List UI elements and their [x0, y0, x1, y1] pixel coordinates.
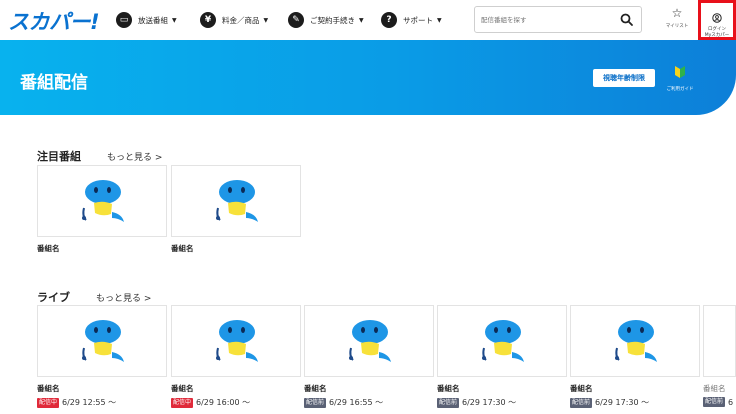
program-schedule: 配信前 6/29 16:55 〜: [304, 397, 383, 408]
program-thumbnail[interactable]: [437, 305, 567, 377]
search-input[interactable]: [481, 12, 613, 28]
nav-label: 料金／商品: [222, 15, 260, 25]
featured-more-link[interactable]: もっと見る >: [107, 150, 162, 163]
nav-support[interactable]: ? サポート ▼: [381, 10, 442, 30]
program-schedule: 配信前 6/29 17:30 〜: [570, 397, 649, 408]
program-name[interactable]: 番組名: [703, 383, 726, 394]
search-icon[interactable]: [619, 12, 635, 28]
chevron-down-icon: ▼: [172, 16, 177, 24]
program-schedule: 配信中 6/29 12:55 〜: [37, 397, 116, 408]
program-name[interactable]: 番組名: [37, 243, 60, 254]
mascot-image: [615, 320, 657, 362]
program-thumbnail[interactable]: [171, 165, 301, 237]
status-badge: 配信中: [37, 397, 60, 408]
mylist-button[interactable]: ☆ マイリスト: [660, 6, 694, 36]
start-time: 6/29 16:55 〜: [329, 398, 384, 407]
start-time: 6/29 12:55 〜: [62, 398, 117, 407]
usage-guide-link[interactable]: ご利用ガイド: [660, 64, 700, 92]
nav-contract-procedures[interactable]: ✎ ご契約手続き ▼: [288, 10, 364, 30]
chevron-down-icon: ▼: [263, 16, 269, 24]
program-schedule: 配信前 6: [703, 397, 733, 407]
page-title: 番組配信: [20, 73, 88, 93]
program-name[interactable]: 番組名: [437, 383, 460, 394]
star-icon: ☆: [671, 6, 683, 20]
chevron-down-icon: ▼: [437, 16, 442, 24]
mascot-image: [216, 320, 258, 362]
status-badge: 配信中: [171, 397, 194, 408]
pen-icon: ✎: [288, 12, 304, 28]
mascot-image: [82, 180, 124, 222]
chevron-down-icon: ▼: [359, 16, 364, 24]
start-time: 6/29 16:00 〜: [196, 398, 251, 407]
mylist-label: マイリスト: [665, 24, 689, 29]
start-time: 6/29 17:30 〜: [462, 398, 517, 407]
help-icon: ?: [381, 12, 397, 28]
program-schedule: 配信中 6/29 16:00 〜: [171, 397, 250, 408]
page-banner: 番組配信 視聴年齢制限 ご利用ガイド: [0, 40, 736, 115]
nav-broadcast-programs[interactable]: ▭ 放送番組 ▼: [116, 10, 177, 30]
program-thumbnail[interactable]: [304, 305, 434, 377]
live-more-link[interactable]: もっと見る >: [96, 291, 151, 304]
site-header: スカパー! ▭ 放送番組 ▼ ¥ 料金／商品 ▼ ✎ ご契約手続き ▼ ? サポ…: [0, 0, 736, 40]
mascot-image: [482, 320, 524, 362]
mascot-image: [82, 320, 124, 362]
program-name[interactable]: 番組名: [171, 243, 194, 254]
site-logo[interactable]: スカパー!: [8, 6, 100, 36]
usage-guide-label: ご利用ガイド: [666, 87, 694, 92]
program-thumbnail[interactable]: [570, 305, 700, 377]
program-name[interactable]: 番組名: [304, 383, 327, 394]
nav-label: サポート: [403, 15, 433, 25]
nav-label: 放送番組: [138, 15, 168, 25]
user-icon: [712, 13, 722, 23]
beginner-mark-icon: [675, 66, 685, 78]
program-name[interactable]: 番組名: [570, 383, 593, 394]
status-badge: 配信前: [437, 397, 460, 408]
live-section-title: ライブ: [37, 291, 70, 304]
program-thumbnail[interactable]: [171, 305, 301, 377]
program-name[interactable]: 番組名: [37, 383, 60, 394]
yen-icon: ¥: [200, 12, 216, 28]
age-limit-button[interactable]: 視聴年齢制限: [593, 69, 655, 87]
program-thumbnail[interactable]: [37, 165, 167, 237]
mascot-image: [349, 320, 391, 362]
tv-icon: ▭: [116, 12, 132, 28]
login-button[interactable]: ログイン Myスカパー: [698, 0, 736, 40]
program-thumbnail[interactable]: [37, 305, 167, 377]
status-badge: 配信前: [570, 397, 593, 408]
status-badge: 配信前: [304, 397, 327, 408]
program-name[interactable]: 番組名: [171, 383, 194, 394]
start-time: 6: [728, 397, 734, 407]
myskyperfect-label: Myスカパー: [704, 33, 730, 38]
mascot-image: [216, 180, 258, 222]
nav-label: ご契約手続き: [310, 15, 355, 25]
program-thumbnail[interactable]: [703, 305, 736, 377]
search-box: [474, 6, 642, 33]
start-time: 6/29 17:30 〜: [595, 398, 650, 407]
program-schedule: 配信前 6/29 17:30 〜: [437, 397, 516, 408]
featured-section-title: 注目番組: [37, 150, 81, 163]
nav-pricing-products[interactable]: ¥ 料金／商品 ▼: [200, 10, 268, 30]
status-badge: 配信前: [703, 397, 726, 407]
